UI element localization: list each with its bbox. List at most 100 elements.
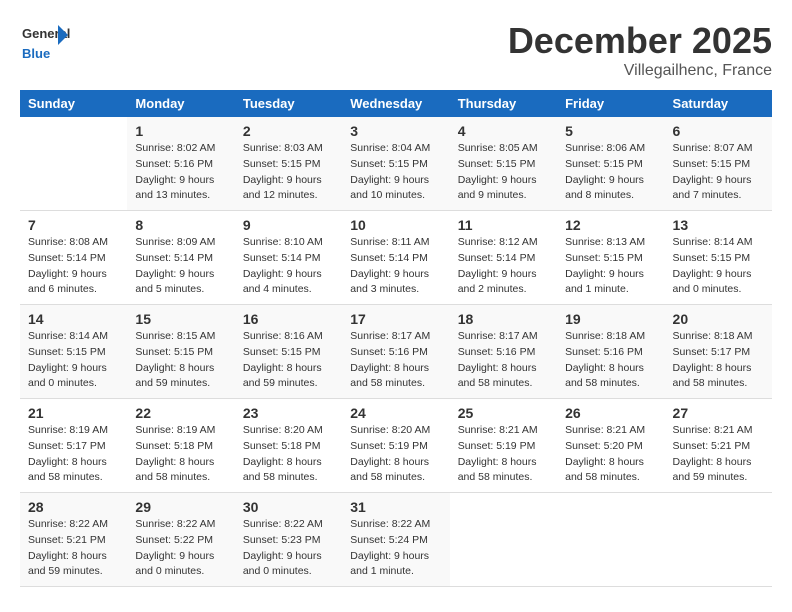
day-info: Sunrise: 8:22 AMSunset: 5:21 PMDaylight:…: [28, 517, 119, 580]
day-number: 4: [458, 123, 549, 139]
calendar-cell: 27 Sunrise: 8:21 AMSunset: 5:21 PMDayligh…: [665, 399, 772, 493]
day-info: Sunrise: 8:14 AMSunset: 5:15 PMDaylight:…: [28, 329, 119, 392]
calendar-header-row: SundayMondayTuesdayWednesdayThursdayFrid…: [20, 90, 772, 117]
svg-text:Blue: Blue: [22, 46, 50, 61]
day-number: 21: [28, 405, 119, 421]
day-number: 19: [565, 311, 656, 327]
calendar-cell: 18 Sunrise: 8:17 AMSunset: 5:16 PMDayligh…: [450, 305, 557, 399]
week-row-5: 28Sunrise: 8:22 AMSunset: 5:21 PMDayligh…: [20, 493, 772, 587]
calendar-table: SundayMondayTuesdayWednesdayThursdayFrid…: [20, 90, 772, 587]
calendar-cell: 26 Sunrise: 8:21 AMSunset: 5:20 PMDayligh…: [557, 399, 664, 493]
day-number: 29: [135, 499, 226, 515]
calendar-cell: 21 Sunrise: 8:19 AMSunset: 5:17 PMDayligh…: [20, 399, 127, 493]
day-number: 16: [243, 311, 334, 327]
page-header: General Blue December 2025 Villegailhenc…: [20, 20, 772, 80]
day-info: Sunrise: 8:22 AMSunset: 5:22 PMDaylight:…: [135, 517, 226, 580]
calendar-cell: 6Sunrise: 8:07 AMSunset: 5:15 PMDaylight…: [665, 117, 772, 211]
day-info: Sunrise: 8:02 AMSunset: 5:16 PMDaylight:…: [135, 141, 226, 204]
day-number: 8: [135, 217, 226, 233]
day-info: Sunrise: 8:07 AMSunset: 5:15 PMDaylight:…: [673, 141, 764, 204]
day-info: Sunrise: 8:03 AMSunset: 5:15 PMDaylight:…: [243, 141, 334, 204]
calendar-header-wednesday: Wednesday: [342, 90, 449, 117]
calendar-cell: 19 Sunrise: 8:18 AMSunset: 5:16 PMDayligh…: [557, 305, 664, 399]
calendar-cell: 25Sunrise: 8:21 AMSunset: 5:19 PMDayligh…: [450, 399, 557, 493]
calendar-cell: 4 Sunrise: 8:05 AMSunset: 5:15 PMDaylight…: [450, 117, 557, 211]
day-number: 15: [135, 311, 226, 327]
calendar-cell: 9 Sunrise: 8:10 AMSunset: 5:14 PMDaylight…: [235, 211, 342, 305]
day-number: 18: [458, 311, 549, 327]
day-info: Sunrise: 8:09 AMSunset: 5:14 PMDaylight:…: [135, 235, 226, 298]
day-number: 2: [243, 123, 334, 139]
day-info: Sunrise: 8:16 AMSunset: 5:15 PMDaylight:…: [243, 329, 334, 392]
calendar-header-saturday: Saturday: [665, 90, 772, 117]
day-info: Sunrise: 8:21 AMSunset: 5:21 PMDaylight:…: [673, 423, 764, 486]
calendar-cell: 10 Sunrise: 8:11 AMSunset: 5:14 PMDayligh…: [342, 211, 449, 305]
title-section: December 2025 Villegailhenc, France: [508, 20, 772, 80]
week-row-2: 7Sunrise: 8:08 AMSunset: 5:14 PMDaylight…: [20, 211, 772, 305]
day-number: 26: [565, 405, 656, 421]
day-number: 31: [350, 499, 441, 515]
day-number: 30: [243, 499, 334, 515]
calendar-cell: 5 Sunrise: 8:06 AMSunset: 5:15 PMDaylight…: [557, 117, 664, 211]
week-row-1: 1Sunrise: 8:02 AMSunset: 5:16 PMDaylight…: [20, 117, 772, 211]
calendar-cell: 17Sunrise: 8:17 AMSunset: 5:16 PMDayligh…: [342, 305, 449, 399]
calendar-header-sunday: Sunday: [20, 90, 127, 117]
calendar-cell: 22Sunrise: 8:19 AMSunset: 5:18 PMDayligh…: [127, 399, 234, 493]
calendar-cell: 15 Sunrise: 8:15 AMSunset: 5:15 PMDayligh…: [127, 305, 234, 399]
calendar-cell: 20Sunrise: 8:18 AMSunset: 5:17 PMDayligh…: [665, 305, 772, 399]
day-info: Sunrise: 8:17 AMSunset: 5:16 PMDaylight:…: [458, 329, 549, 392]
day-number: 27: [673, 405, 764, 421]
calendar-cell: 2 Sunrise: 8:03 AMSunset: 5:15 PMDaylight…: [235, 117, 342, 211]
day-number: 12: [565, 217, 656, 233]
day-number: 5: [565, 123, 656, 139]
day-number: 11: [458, 217, 549, 233]
week-row-3: 14 Sunrise: 8:14 AMSunset: 5:15 PMDayligh…: [20, 305, 772, 399]
calendar-cell: 12Sunrise: 8:13 AMSunset: 5:15 PMDayligh…: [557, 211, 664, 305]
day-info: Sunrise: 8:15 AMSunset: 5:15 PMDaylight:…: [135, 329, 226, 392]
calendar-cell: 31Sunrise: 8:22 AMSunset: 5:24 PMDayligh…: [342, 493, 449, 587]
day-info: Sunrise: 8:14 AMSunset: 5:15 PMDaylight:…: [673, 235, 764, 298]
calendar-cell: 24Sunrise: 8:20 AMSunset: 5:19 PMDayligh…: [342, 399, 449, 493]
calendar-header-monday: Monday: [127, 90, 234, 117]
day-info: Sunrise: 8:10 AMSunset: 5:14 PMDaylight:…: [243, 235, 334, 298]
calendar-cell: 23Sunrise: 8:20 AMSunset: 5:18 PMDayligh…: [235, 399, 342, 493]
calendar-cell: 29 Sunrise: 8:22 AMSunset: 5:22 PMDayligh…: [127, 493, 234, 587]
day-number: 10: [350, 217, 441, 233]
calendar-cell: 16 Sunrise: 8:16 AMSunset: 5:15 PMDayligh…: [235, 305, 342, 399]
calendar-cell: [450, 493, 557, 587]
day-number: 9: [243, 217, 334, 233]
calendar-cell: 30 Sunrise: 8:22 AMSunset: 5:23 PMDayligh…: [235, 493, 342, 587]
calendar-cell: [20, 117, 127, 211]
day-info: Sunrise: 8:11 AMSunset: 5:14 PMDaylight:…: [350, 235, 441, 298]
day-info: Sunrise: 8:05 AMSunset: 5:15 PMDaylight:…: [458, 141, 549, 204]
day-info: Sunrise: 8:08 AMSunset: 5:14 PMDaylight:…: [28, 235, 119, 298]
calendar-cell: [665, 493, 772, 587]
day-number: 22: [135, 405, 226, 421]
day-info: Sunrise: 8:20 AMSunset: 5:19 PMDaylight:…: [350, 423, 441, 486]
day-info: Sunrise: 8:17 AMSunset: 5:16 PMDaylight:…: [350, 329, 441, 392]
day-info: Sunrise: 8:06 AMSunset: 5:15 PMDaylight:…: [565, 141, 656, 204]
calendar-header-thursday: Thursday: [450, 90, 557, 117]
calendar-cell: 3Sunrise: 8:04 AMSunset: 5:15 PMDaylight…: [342, 117, 449, 211]
day-info: Sunrise: 8:21 AMSunset: 5:20 PMDaylight:…: [565, 423, 656, 486]
day-info: Sunrise: 8:18 AMSunset: 5:17 PMDaylight:…: [673, 329, 764, 392]
day-number: 3: [350, 123, 441, 139]
calendar-cell: 1Sunrise: 8:02 AMSunset: 5:16 PMDaylight…: [127, 117, 234, 211]
day-info: Sunrise: 8:12 AMSunset: 5:14 PMDaylight:…: [458, 235, 549, 298]
logo-svg: General Blue: [20, 20, 70, 65]
calendar-cell: 8 Sunrise: 8:09 AMSunset: 5:14 PMDaylight…: [127, 211, 234, 305]
day-number: 13: [673, 217, 764, 233]
day-info: Sunrise: 8:21 AMSunset: 5:19 PMDaylight:…: [458, 423, 549, 486]
calendar-cell: 28Sunrise: 8:22 AMSunset: 5:21 PMDayligh…: [20, 493, 127, 587]
day-info: Sunrise: 8:19 AMSunset: 5:17 PMDaylight:…: [28, 423, 119, 486]
calendar-cell: 11 Sunrise: 8:12 AMSunset: 5:14 PMDayligh…: [450, 211, 557, 305]
calendar-header-friday: Friday: [557, 90, 664, 117]
day-number: 14: [28, 311, 119, 327]
calendar-header-tuesday: Tuesday: [235, 90, 342, 117]
calendar-cell: [557, 493, 664, 587]
day-number: 23: [243, 405, 334, 421]
logo: General Blue: [20, 20, 70, 65]
calendar-cell: 7Sunrise: 8:08 AMSunset: 5:14 PMDaylight…: [20, 211, 127, 305]
day-info: Sunrise: 8:18 AMSunset: 5:16 PMDaylight:…: [565, 329, 656, 392]
day-info: Sunrise: 8:22 AMSunset: 5:23 PMDaylight:…: [243, 517, 334, 580]
